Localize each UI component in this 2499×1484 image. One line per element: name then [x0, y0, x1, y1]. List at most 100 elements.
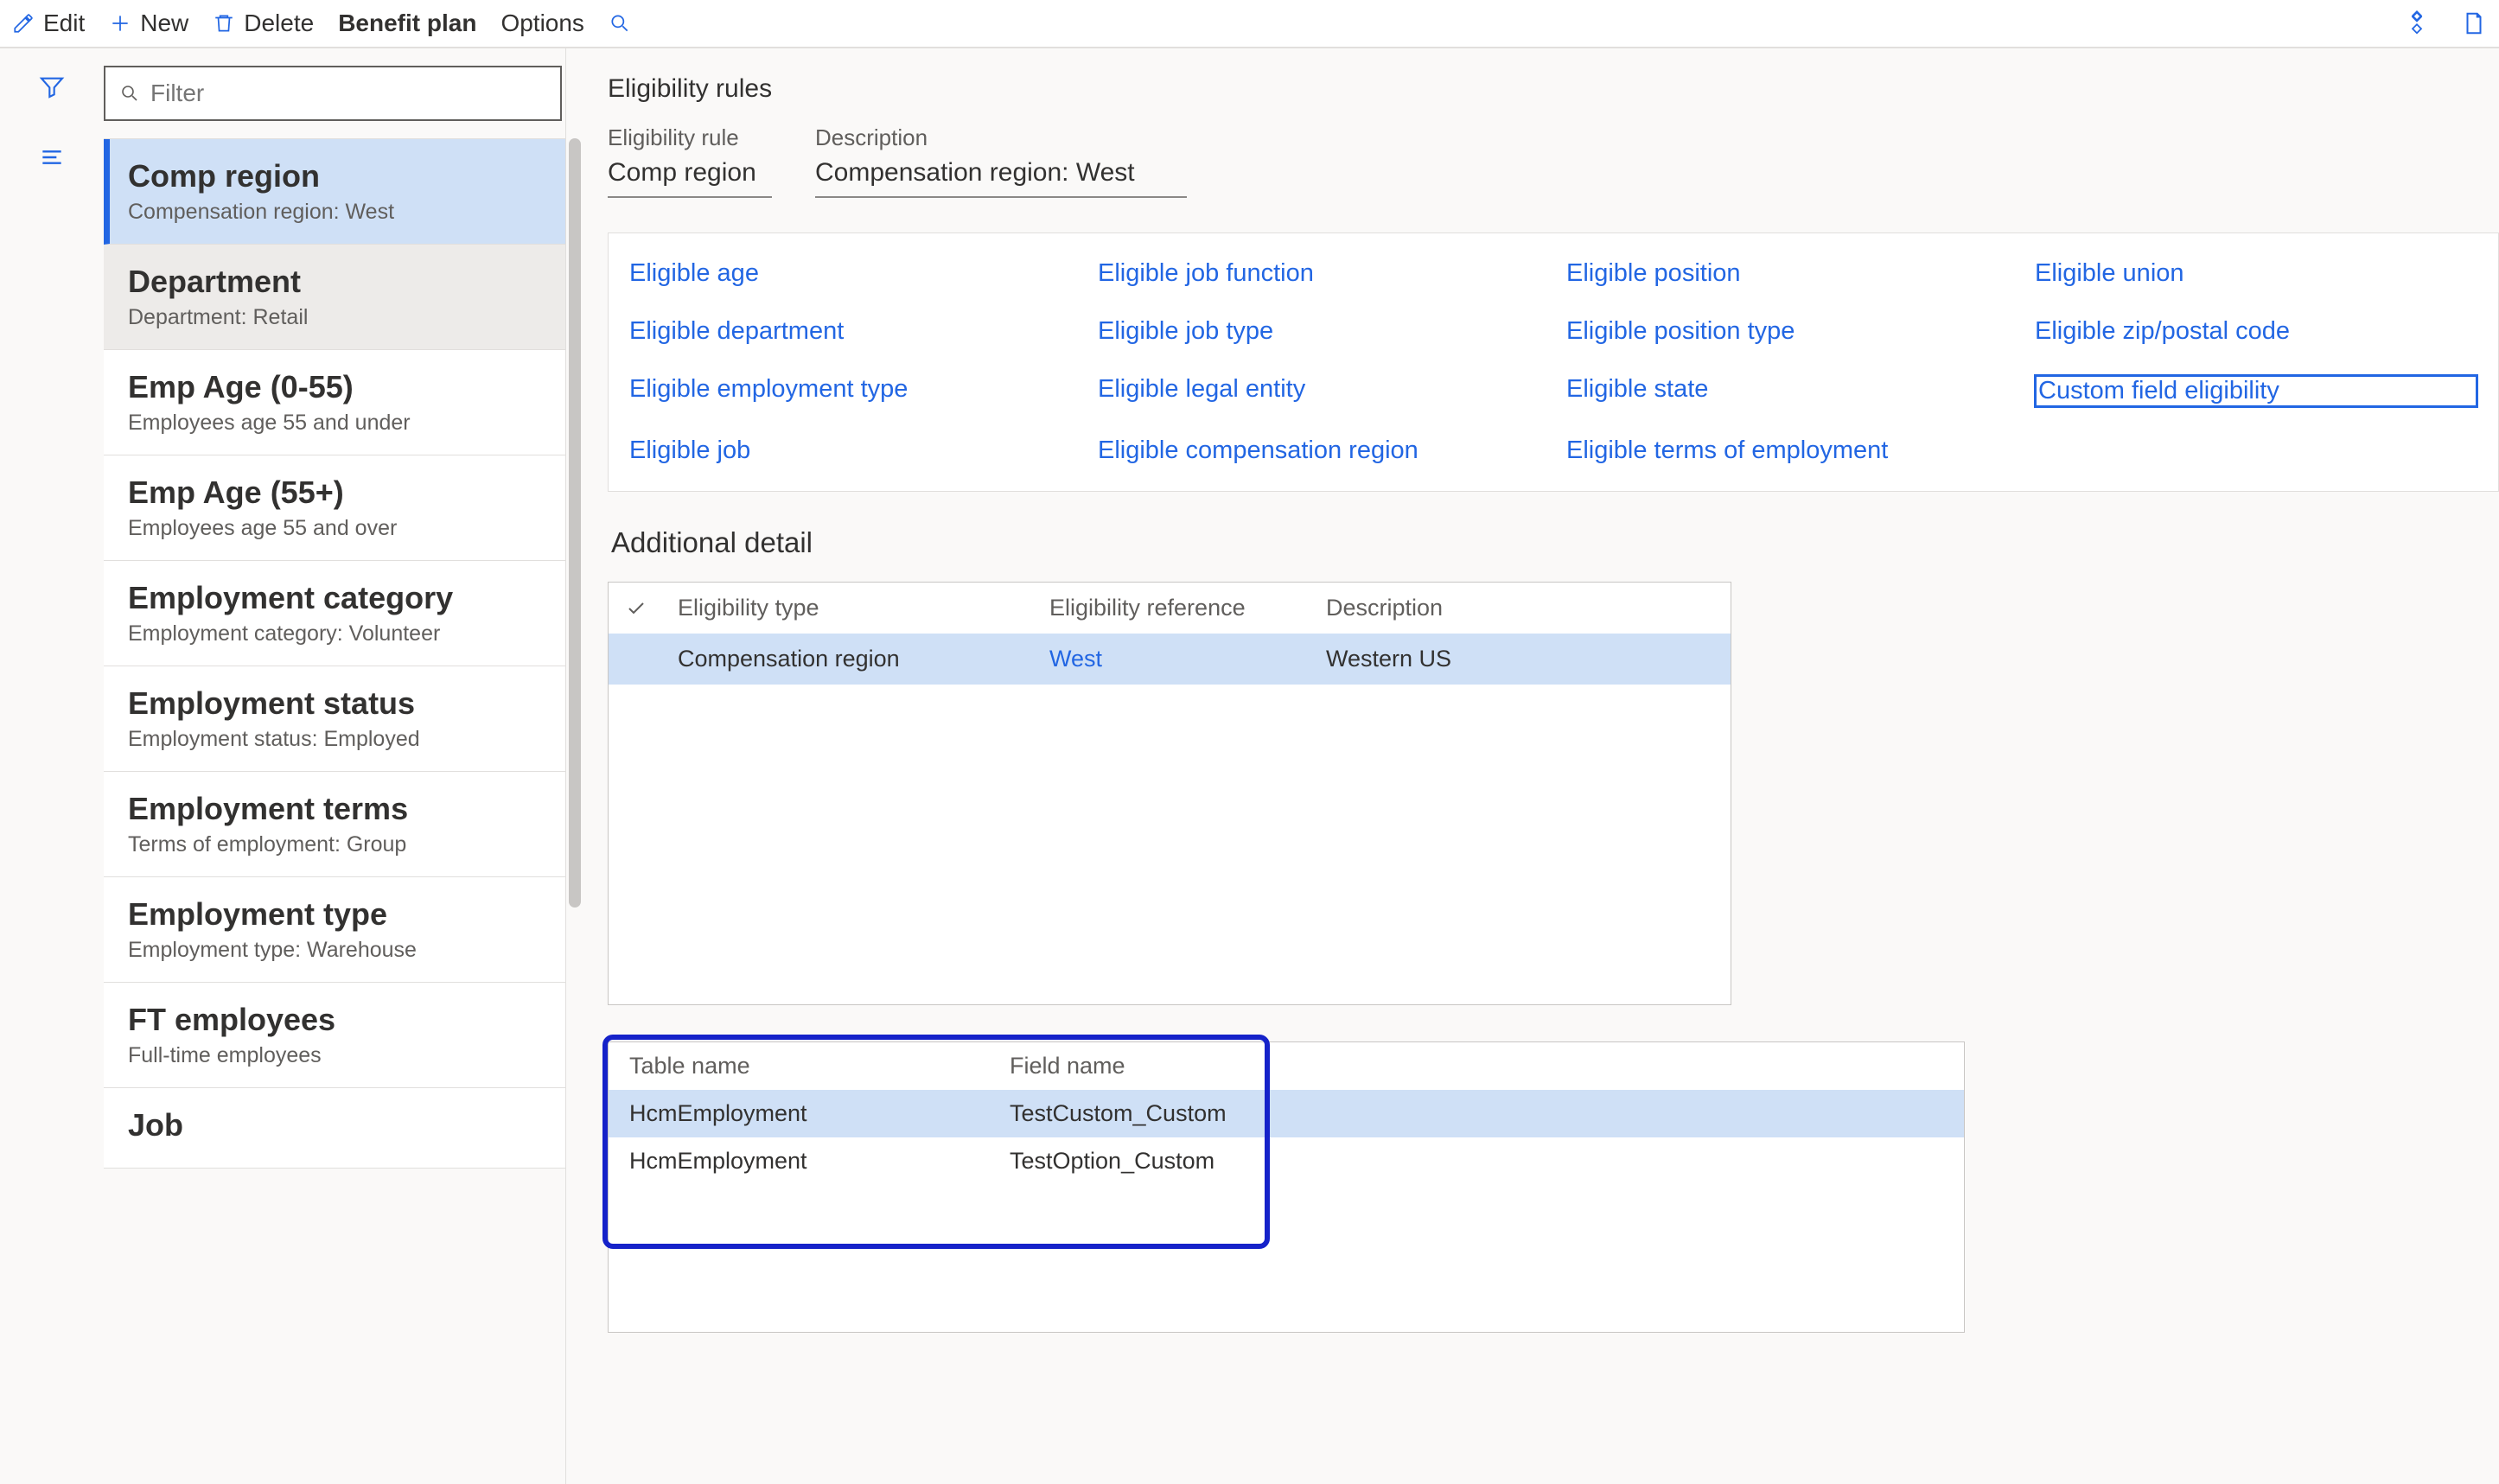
- grid2-cell-field: TestOption_Custom: [1010, 1148, 1943, 1175]
- rule-card[interactable]: Job: [104, 1088, 565, 1169]
- action-toolbar: Edit New Delete Benefit plan Options: [0, 0, 2499, 48]
- fasttab-link[interactable]: Eligible job type: [1098, 317, 1540, 346]
- delete-button[interactable]: Delete: [213, 10, 314, 37]
- list-icon[interactable]: [38, 143, 66, 171]
- grid2-col-table[interactable]: Table name: [629, 1053, 1010, 1080]
- fasttab-link[interactable]: Eligible employment type: [629, 375, 1072, 407]
- edit-icon: [12, 12, 35, 35]
- new-button[interactable]: New: [109, 10, 188, 37]
- grid2-row[interactable]: HcmEmploymentTestOption_Custom: [609, 1137, 1964, 1185]
- rule-card[interactable]: Employment termsTerms of employment: Gro…: [104, 772, 565, 877]
- filter-box[interactable]: [104, 66, 562, 121]
- rule-card-title: Emp Age (55+): [128, 474, 541, 511]
- section-title: Eligibility rules: [608, 74, 2499, 104]
- filter-input[interactable]: [150, 80, 546, 107]
- scrollbar-thumb[interactable]: [569, 138, 581, 908]
- fasttab-link[interactable]: Eligible position type: [1566, 317, 2009, 346]
- grid2-col-field[interactable]: Field name: [1010, 1053, 1943, 1080]
- fasttab-link[interactable]: Eligible age: [629, 259, 1072, 288]
- office-icon[interactable]: [2461, 10, 2487, 36]
- options-button[interactable]: Options: [500, 10, 584, 37]
- grid1-col-desc[interactable]: Description: [1326, 595, 1713, 621]
- edit-button[interactable]: Edit: [12, 10, 85, 37]
- app-root: Edit New Delete Benefit plan Options: [0, 0, 2499, 1484]
- rule-card-title: Employment status: [128, 685, 541, 722]
- rule-card-title: Employment terms: [128, 791, 541, 827]
- rule-card[interactable]: Department Department: Retail: [104, 245, 565, 350]
- rule-list-scroll: Comp regionCompensation region: WestDepa…: [104, 138, 565, 1169]
- grid2-blank: [609, 1185, 1964, 1332]
- eligibility-detail-grid[interactable]: Eligibility type Eligibility reference D…: [608, 582, 1731, 1005]
- trash-icon: [213, 12, 235, 35]
- grid1-cell-desc: Western US: [1326, 646, 1713, 672]
- attach-icon[interactable]: [2404, 10, 2430, 36]
- search-icon: [609, 12, 631, 35]
- rule-card[interactable]: Comp regionCompensation region: West: [104, 139, 565, 245]
- fasttab-link[interactable]: Eligible department: [629, 317, 1072, 346]
- rule-card-title: Job: [128, 1107, 541, 1143]
- funnel-icon[interactable]: [38, 73, 66, 100]
- desc-label: Description: [815, 124, 1187, 151]
- grid1-blank: [609, 685, 1731, 1004]
- fasttab-link[interactable]: Custom field eligibility: [2035, 375, 2477, 407]
- fasttab-link[interactable]: Eligible legal entity: [1098, 375, 1540, 407]
- sidebar: Comp regionCompensation region: WestDepa…: [104, 48, 565, 1484]
- fasttab-link[interactable]: Eligible zip/postal code: [2035, 317, 2477, 346]
- benefit-plan-button[interactable]: Benefit plan: [338, 10, 476, 37]
- options-label: Options: [500, 10, 584, 37]
- rule-card-subtitle: Employment type: Warehouse: [128, 938, 541, 963]
- search-button[interactable]: [609, 12, 631, 35]
- custom-field-grid[interactable]: Table name Field name HcmEmploymentTestC…: [608, 1041, 1965, 1333]
- fasttab-link[interactable]: Eligible union: [2035, 259, 2477, 288]
- grid2-cell-table: HcmEmployment: [629, 1148, 1010, 1175]
- rule-label: Eligibility rule: [608, 124, 772, 151]
- rule-card[interactable]: Employment type Employment type: Warehous…: [104, 877, 565, 983]
- grid1-cell-type: Compensation region: [678, 646, 1049, 672]
- fasttab-link[interactable]: Eligible compensation region: [1098, 436, 1540, 465]
- toolbar-left: Edit New Delete Benefit plan Options: [12, 10, 631, 37]
- fasttab-link[interactable]: Eligible position: [1566, 259, 2009, 288]
- grid1-cell-ref[interactable]: West: [1049, 646, 1326, 672]
- grid2-row[interactable]: HcmEmploymentTestCustom_Custom: [609, 1090, 1964, 1137]
- rule-card[interactable]: FT employees Full-time employees: [104, 983, 565, 1088]
- edit-label: Edit: [43, 10, 85, 37]
- grid2-header: Table name Field name: [609, 1042, 1964, 1090]
- fasttab-link[interactable]: Eligible state: [1566, 375, 2009, 407]
- rule-list: Comp regionCompensation region: WestDepa…: [104, 138, 565, 1169]
- rule-card-subtitle: Department: Retail: [128, 305, 541, 330]
- rule-card-subtitle: Full-time employees: [128, 1043, 541, 1068]
- new-label: New: [140, 10, 188, 37]
- rule-card-title: Employment category: [128, 580, 541, 616]
- grid1-col-ref[interactable]: Eligibility reference: [1049, 595, 1326, 621]
- rule-card-title: Emp Age (0-55): [128, 369, 541, 405]
- fasttab-link[interactable]: Eligible job function: [1098, 259, 1540, 288]
- rule-card-subtitle: Employment status: Employed: [128, 727, 541, 752]
- rule-card[interactable]: Employment category Employment category: …: [104, 561, 565, 666]
- desc-value[interactable]: Compensation region: West: [815, 158, 1187, 198]
- additional-detail-title: Additional detail: [611, 526, 2499, 559]
- grid2-cell-field: TestCustom_Custom: [1010, 1100, 1943, 1127]
- rule-value[interactable]: Comp region: [608, 158, 772, 198]
- rule-card-title: FT employees: [128, 1002, 541, 1038]
- rule-card-title: Department: [128, 264, 541, 300]
- rule-card[interactable]: Emp Age (55+) Employees age 55 and over: [104, 455, 565, 561]
- rule-card-subtitle: Employees age 55 and under: [128, 411, 541, 436]
- rule-card-subtitle: Employment category: Volunteer: [128, 621, 541, 646]
- grid1-row[interactable]: Compensation region West Western US: [609, 634, 1731, 685]
- rule-card-title: Employment type: [128, 896, 541, 933]
- grid1-header: Eligibility type Eligibility reference D…: [609, 583, 1731, 634]
- fasttab-link[interactable]: Eligible job: [629, 436, 1072, 465]
- body: Comp regionCompensation region: WestDepa…: [0, 48, 2499, 1484]
- field-description: Description Compensation region: West: [815, 124, 1187, 198]
- rule-card[interactable]: Emp Age (0-55) Employees age 55 and under: [104, 350, 565, 455]
- benefit-plan-label: Benefit plan: [338, 10, 476, 37]
- grid1-col-type[interactable]: Eligibility type: [678, 595, 1049, 621]
- delete-label: Delete: [244, 10, 314, 37]
- rule-card[interactable]: Employment status Employment status: Empl…: [104, 666, 565, 772]
- rule-card-subtitle: Employees age 55 and over: [128, 516, 541, 541]
- plus-icon: [109, 12, 131, 35]
- fasttab-link[interactable]: Eligible terms of employment: [1566, 436, 2009, 465]
- custom-field-grid-wrap: Table name Field name HcmEmploymentTestC…: [608, 1041, 1965, 1333]
- filter-search-icon: [119, 83, 140, 104]
- header-fields: Eligibility rule Comp region Description…: [608, 124, 2499, 198]
